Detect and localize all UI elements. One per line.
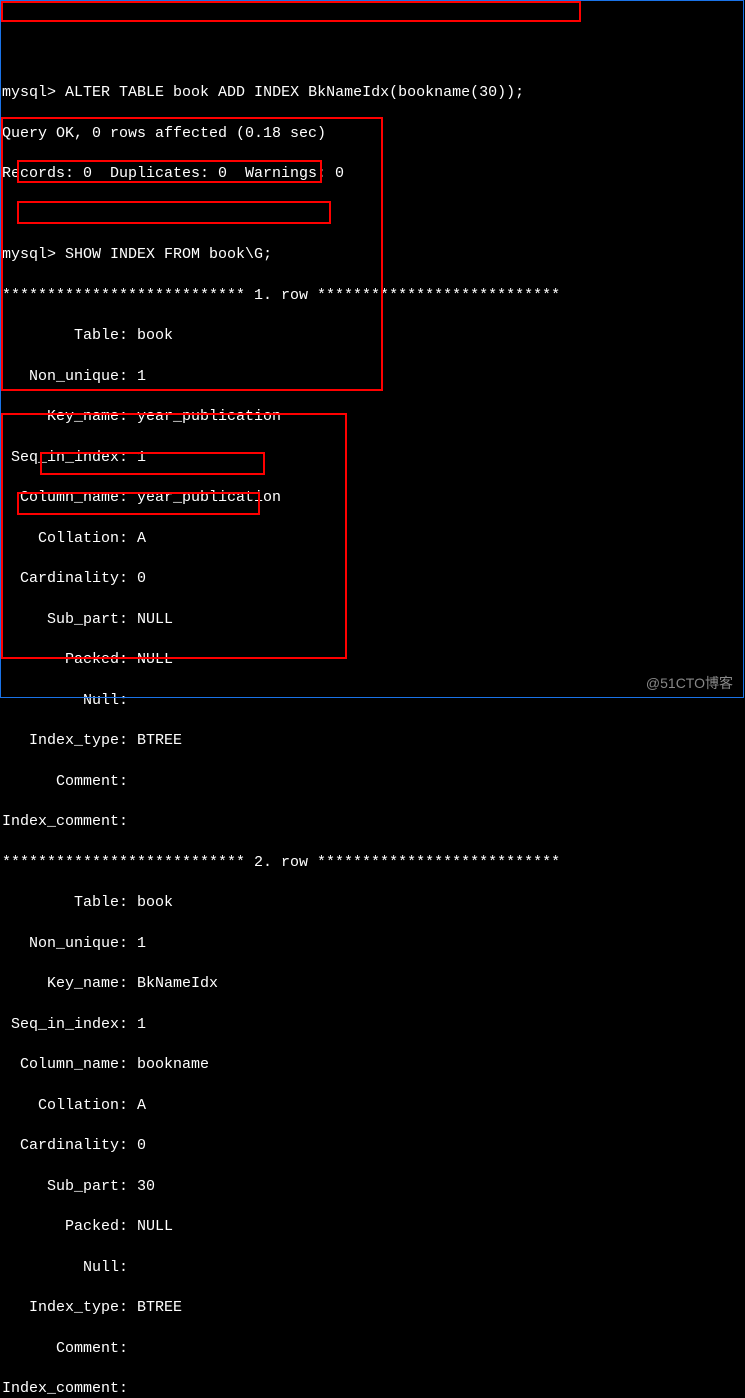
sql-command: SHOW INDEX FROM book\G; xyxy=(65,246,272,263)
row1-packed: Packed: NULL xyxy=(2,650,745,670)
row1-indextype: Index_type: BTREE xyxy=(2,731,745,751)
row-separator-1: *************************** 1. row *****… xyxy=(2,286,745,306)
command-line-2[interactable]: mysql> SHOW INDEX FROM book\G; xyxy=(2,245,745,265)
row2-comment: Comment: xyxy=(2,1339,745,1359)
row1-columnname: Column_name: year_publication xyxy=(2,488,745,508)
outer-border xyxy=(0,0,744,698)
row1-comment: Comment: xyxy=(2,772,745,792)
prompt: mysql> xyxy=(2,84,56,101)
records-line: Records: 0 Duplicates: 0 Warnings: 0 xyxy=(2,164,745,184)
row2-table: Table: book xyxy=(2,893,745,913)
row2-subpart: Sub_part: 30 xyxy=(2,1177,745,1197)
row2-packed: Packed: NULL xyxy=(2,1217,745,1237)
row1-seqinindex: Seq_in_index: 1 xyxy=(2,448,745,468)
row1-keyname: Key_name: year_publication xyxy=(2,407,745,427)
row1-cardinality: Cardinality: 0 xyxy=(2,569,745,589)
row2-collation: Collation: A xyxy=(2,1096,745,1116)
row2-null: Null: xyxy=(2,1258,745,1278)
row2-seqinindex: Seq_in_index: 1 xyxy=(2,1015,745,1035)
row2-nonunique: Non_unique: 1 xyxy=(2,934,745,954)
row1-table: Table: book xyxy=(2,326,745,346)
blank-line xyxy=(2,205,745,225)
row2-indexcomment: Index_comment: xyxy=(2,1379,745,1398)
row1-null: Null: xyxy=(2,691,745,711)
row2-cardinality: Cardinality: 0 xyxy=(2,1136,745,1156)
highlight-command1 xyxy=(1,1,581,22)
row1-collation: Collation: A xyxy=(2,529,745,549)
row2-indextype: Index_type: BTREE xyxy=(2,1298,745,1318)
prompt: mysql> xyxy=(2,246,56,263)
command-line-1[interactable]: mysql> ALTER TABLE book ADD INDEX BkName… xyxy=(2,83,745,103)
sql-command: ALTER TABLE book ADD INDEX BkNameIdx(boo… xyxy=(65,84,524,101)
row2-keyname: Key_name: BkNameIdx xyxy=(2,974,745,994)
row2-columnname: Column_name: bookname xyxy=(2,1055,745,1075)
row-separator-2: *************************** 2. row *****… xyxy=(2,853,745,873)
row1-indexcomment: Index_comment: xyxy=(2,812,745,832)
watermark: @51CTO博客 xyxy=(646,674,733,693)
row1-nonunique: Non_unique: 1 xyxy=(2,367,745,387)
query-ok-line: Query OK, 0 rows affected (0.18 sec) xyxy=(2,124,745,144)
row1-subpart: Sub_part: NULL xyxy=(2,610,745,630)
